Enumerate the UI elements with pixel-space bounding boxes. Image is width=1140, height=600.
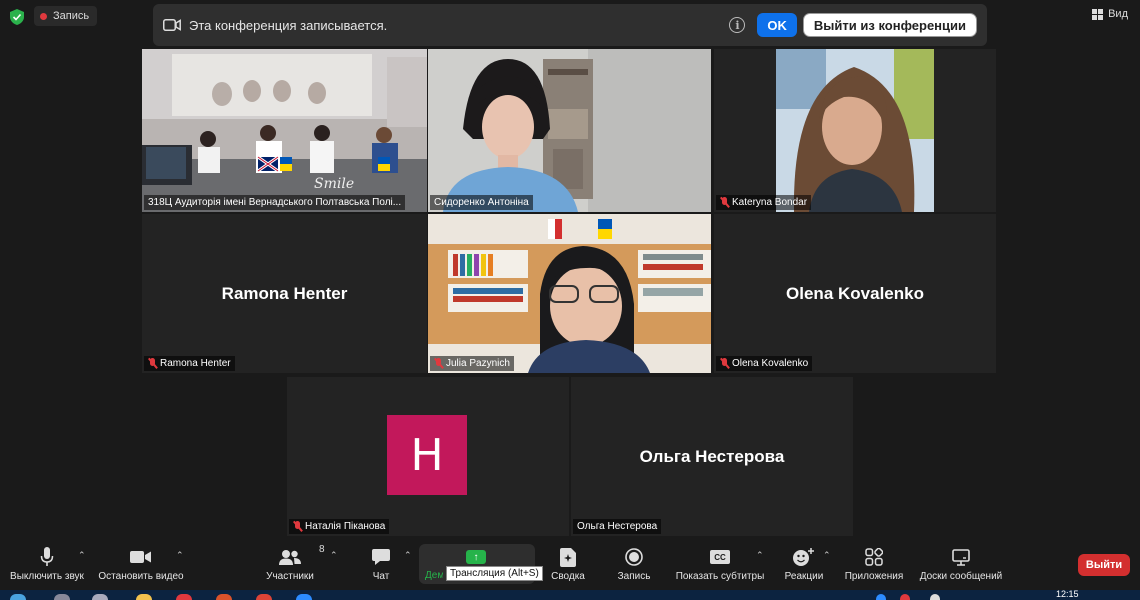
whiteboards-button[interactable]: Доски сообщений: [916, 546, 1006, 582]
audio-options-chevron-icon[interactable]: ⌃: [78, 550, 86, 561]
record-dot-icon: [40, 12, 47, 20]
info-icon[interactable]: i: [729, 17, 746, 33]
record-label: Запись: [617, 571, 651, 582]
leave-button[interactable]: Выйти: [1078, 554, 1130, 576]
reactions-chevron-icon[interactable]: ⌃: [823, 550, 831, 561]
video-tile-olga-nesterova[interactable]: Ольга Нестерова Ольга Нестерова: [571, 377, 853, 536]
mute-button[interactable]: Выключить звук: [8, 546, 86, 582]
recording-indicator[interactable]: Запись: [34, 6, 98, 26]
office-icon[interactable]: [216, 594, 232, 600]
stop-video-label: Остановить видео: [98, 571, 184, 582]
participant-display-name: Ольга Нестерова: [639, 446, 785, 466]
recording-label: Запись: [53, 10, 90, 22]
tray-icon[interactable]: [930, 594, 940, 600]
view-label: Вид: [1108, 8, 1128, 20]
captions-label: Показать субтитры: [675, 571, 765, 582]
mute-label: Выключить звук: [10, 571, 84, 582]
video-feed: Smile: [142, 49, 427, 212]
share-screen-label: Демонстрация экрана: [425, 570, 443, 581]
share-screen-arrow-icon: ↑: [466, 550, 486, 564]
view-button[interactable]: Вид: [1092, 8, 1128, 20]
recording-notice-banner: Эта конференция записывается. i OK Выйти…: [153, 4, 987, 46]
zoom-meeting-window: Запись Вид Эта конференция записывается.…: [0, 0, 1140, 600]
opera-icon[interactable]: [176, 594, 192, 600]
video-camera-icon: [130, 551, 151, 563]
apps-label: Приложения: [844, 571, 904, 582]
apps-button[interactable]: Приложения: [842, 546, 906, 582]
search-icon[interactable]: [54, 594, 70, 600]
ok-button[interactable]: OK: [757, 13, 797, 37]
participant-name-label: Kateryna Bondar: [716, 195, 812, 210]
zoom-app-icon[interactable]: [296, 594, 312, 600]
video-tile-ramona-henter[interactable]: Ramona Henter Ramona Henter: [142, 214, 427, 373]
participant-name-label: Наталія Піканова: [289, 519, 390, 534]
share-tooltip: Трансляция (Alt+S): [446, 566, 543, 581]
participant-display-name: Olena Kovalenko: [786, 283, 924, 303]
stop-video-button[interactable]: Остановить видео: [96, 546, 186, 582]
video-tile-room[interactable]: Smile 318Ц Аудиторія імені Вернадського …: [142, 49, 427, 212]
grid-view-icon: [1092, 8, 1104, 20]
participant-name-label: 318Ц Аудиторія імені Вернадського Полтав…: [144, 195, 406, 210]
task-view-icon[interactable]: [92, 594, 108, 600]
chat-icon: [372, 548, 390, 565]
meeting-toolbar: Выключить звук ⌃ Остановить видео ⌃ 8 Уч…: [0, 540, 1140, 590]
tray-icon[interactable]: [900, 594, 910, 600]
participants-label: Участники: [266, 571, 314, 582]
whiteboards-label: Доски сообщений: [919, 571, 1003, 582]
participants-icon: [279, 550, 301, 565]
apps-icon: [865, 548, 883, 566]
recording-notice-text: Эта конференция записывается.: [189, 17, 388, 33]
participants-chevron-icon[interactable]: ⌃: [330, 550, 338, 561]
security-shield-icon[interactable]: [10, 9, 24, 25]
video-tile-julia-pazynich[interactable]: Julia Pazynich: [428, 214, 711, 373]
record-button[interactable]: Запись: [614, 546, 654, 582]
mic-muted-icon: [720, 197, 729, 208]
participants-count: 8: [319, 544, 325, 555]
closed-captions-icon: CC: [710, 550, 730, 564]
video-tile-olena-kovalenko[interactable]: Olena Kovalenko Olena Kovalenko: [714, 214, 996, 373]
system-clock: 12:15: [1056, 589, 1079, 599]
mic-muted-icon: [434, 358, 443, 369]
whiteboard-icon: [952, 548, 970, 566]
os-taskbar: [0, 590, 1140, 600]
chat-button[interactable]: Чат: [366, 546, 396, 582]
participant-name-label: Сидоренко Антоніна: [430, 195, 533, 210]
video-tile-natalia-pikanova[interactable]: H Наталія Піканова: [287, 377, 569, 536]
video-tile-kateryna-bondar[interactable]: Kateryna Bondar: [714, 49, 996, 212]
participants-button[interactable]: 8 Участники: [262, 544, 324, 582]
record-icon: [625, 548, 643, 566]
participant-name-label: Ольга Нестерова: [573, 519, 662, 534]
participant-name-label: Olena Kovalenko: [716, 356, 813, 371]
mic-muted-icon: [293, 521, 302, 532]
camera-icon: [163, 19, 181, 31]
smile-plus-icon: [793, 547, 814, 566]
windows-start-icon[interactable]: [10, 594, 26, 600]
captions-button[interactable]: CC Показать субтитры: [674, 546, 766, 582]
mic-muted-icon: [148, 358, 157, 369]
video-feed: [428, 214, 711, 373]
participant-name-label: Ramona Henter: [144, 356, 235, 371]
leave-meeting-button[interactable]: Выйти из конференции: [802, 13, 977, 37]
video-feed: [714, 49, 996, 212]
chat-chevron-icon[interactable]: ⌃: [404, 550, 412, 561]
svg-text:Smile: Smile: [314, 176, 354, 192]
summary-button[interactable]: Сводка: [548, 546, 588, 582]
participant-name-label: Julia Pazynich: [430, 356, 514, 371]
summary-icon: [560, 547, 576, 567]
microphone-icon: [40, 547, 54, 566]
file-explorer-icon[interactable]: [136, 594, 152, 600]
chrome-icon[interactable]: [256, 594, 272, 600]
video-options-chevron-icon[interactable]: ⌃: [176, 550, 184, 561]
reactions-button[interactable]: Реакции: [782, 546, 826, 582]
video-tile-sydorenko[interactable]: Сидоренко Антоніна: [428, 49, 711, 212]
captions-chevron-icon[interactable]: ⌃: [756, 550, 764, 561]
summary-label: Сводка: [551, 571, 585, 582]
tray-icon[interactable]: [876, 594, 886, 600]
avatar: H: [387, 415, 467, 495]
video-feed: [428, 49, 711, 212]
reactions-label: Реакции: [784, 571, 824, 582]
mic-muted-icon: [720, 358, 729, 369]
participant-display-name: Ramona Henter: [221, 283, 348, 303]
chat-label: Чат: [372, 571, 390, 582]
